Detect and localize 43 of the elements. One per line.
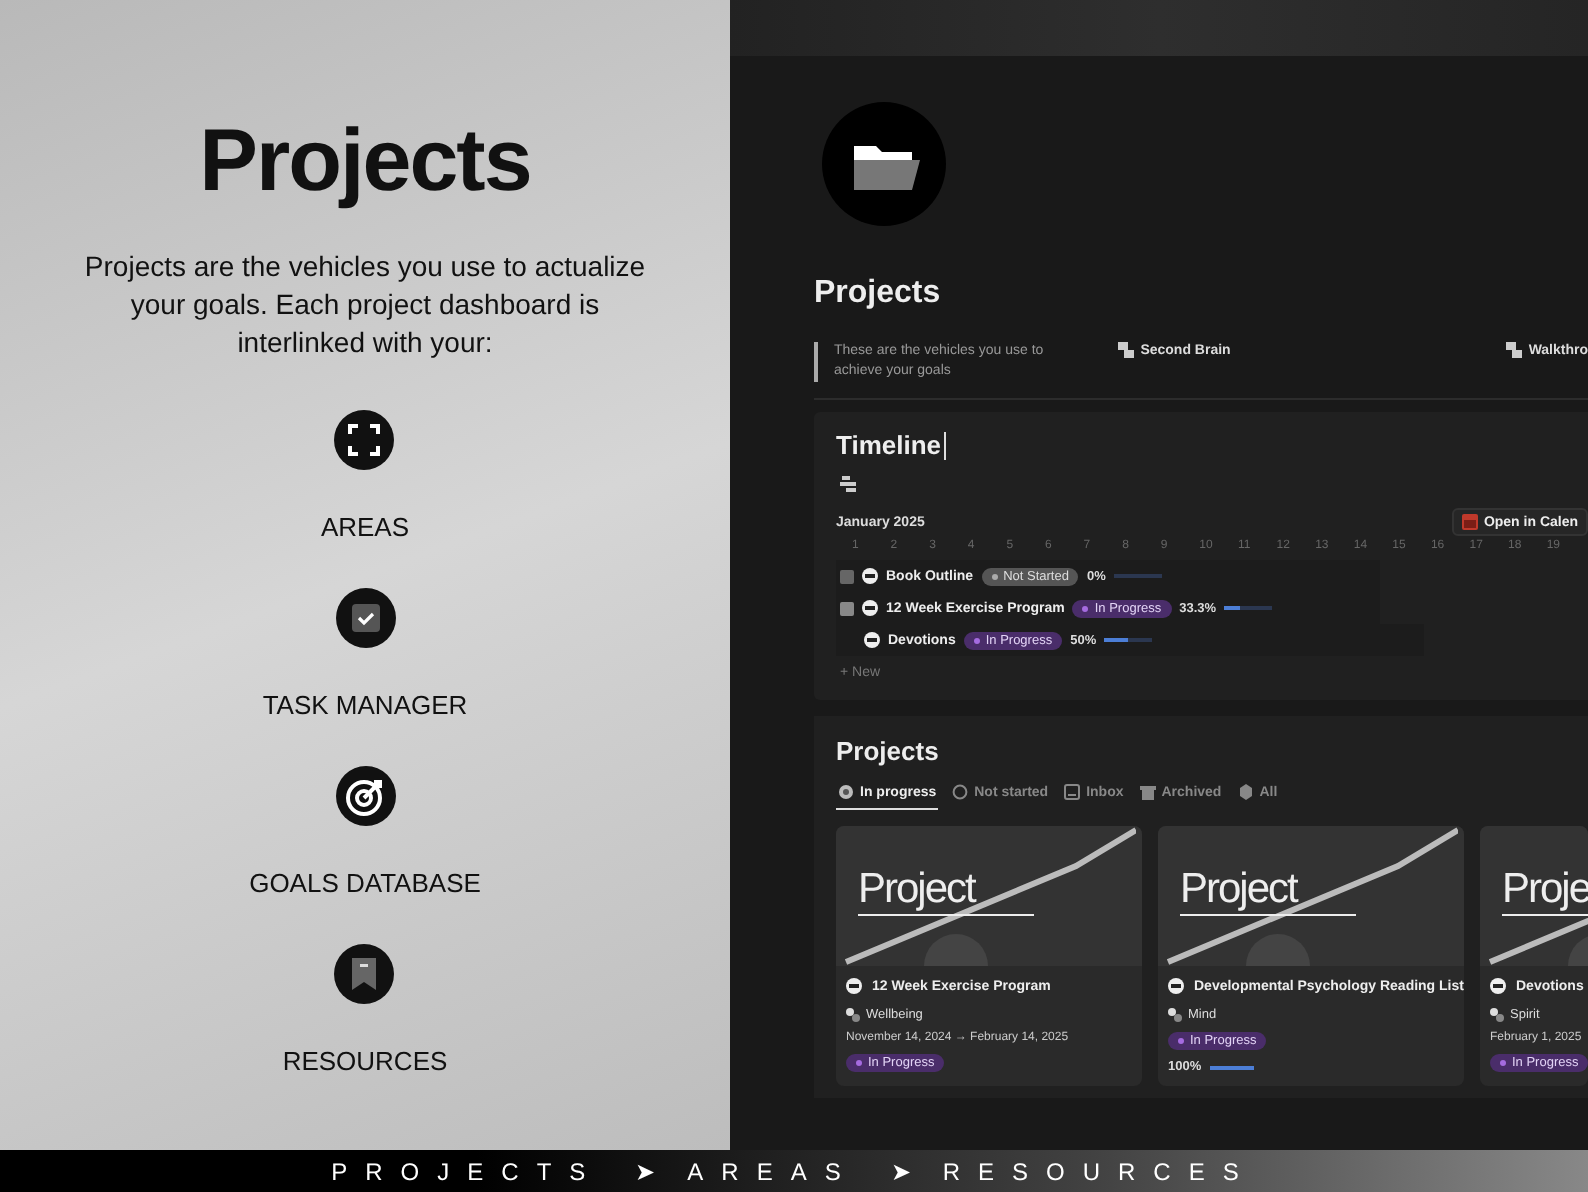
cover-title: Proje: [1502, 866, 1588, 916]
page-icon: [862, 568, 878, 584]
progress-icon: [838, 784, 854, 800]
folder-icon: [822, 102, 946, 226]
inbox-icon: [1064, 784, 1081, 800]
target-icon: [335, 766, 395, 826]
category-icon: [1490, 1008, 1504, 1022]
cover-title: Project: [858, 866, 1035, 916]
feature-label: GOALS DATABASE: [249, 868, 481, 898]
page-icon: [862, 600, 878, 616]
planet-drawing: [1568, 934, 1588, 966]
intro-description: Projects are the vehicles you use to actualize your goals. Each project dashboard is interlinked with your:: [82, 248, 648, 362]
frame-icon: [334, 410, 395, 470]
page-icon: [846, 978, 862, 994]
breadcrumb-item: PROJECTS: [331, 1157, 604, 1185]
archive-icon: [1139, 784, 1156, 800]
planet-drawing: [924, 934, 988, 966]
breadcrumb-item: AREAS: [687, 1157, 859, 1185]
section-title: Projects: [836, 736, 941, 766]
feature-label: TASK MANAGER: [262, 690, 468, 720]
breadcrumb-item: RESOURCES: [942, 1157, 1257, 1185]
page-title: Projects: [814, 276, 943, 312]
category-icon: [1168, 1008, 1182, 1022]
link-icon: [1506, 342, 1523, 358]
chevron-separator: ➤: [635, 1157, 656, 1185]
link-icon: [1118, 342, 1135, 358]
planet-drawing: [1246, 934, 1310, 966]
page-icon: [1168, 978, 1184, 994]
cover-title: Project: [1180, 866, 1357, 916]
feature-label: RESOURCES: [282, 1046, 448, 1076]
layers-icon: [840, 476, 858, 494]
calendar-icon: [1461, 514, 1478, 530]
intro-title: Projects: [199, 112, 531, 212]
chevron-separator: ➤: [890, 1157, 911, 1185]
category-icon: [846, 1008, 860, 1022]
toggle-button[interactable]: [840, 569, 854, 583]
page-icon: [864, 632, 880, 648]
checkbox-icon: [335, 588, 395, 648]
toggle-button[interactable]: [840, 601, 854, 615]
timeline-title: Timeline: [836, 430, 948, 460]
feature-label: AREAS: [320, 512, 410, 542]
bookmark-icon: [334, 944, 395, 1004]
page-icon: [1490, 978, 1506, 994]
